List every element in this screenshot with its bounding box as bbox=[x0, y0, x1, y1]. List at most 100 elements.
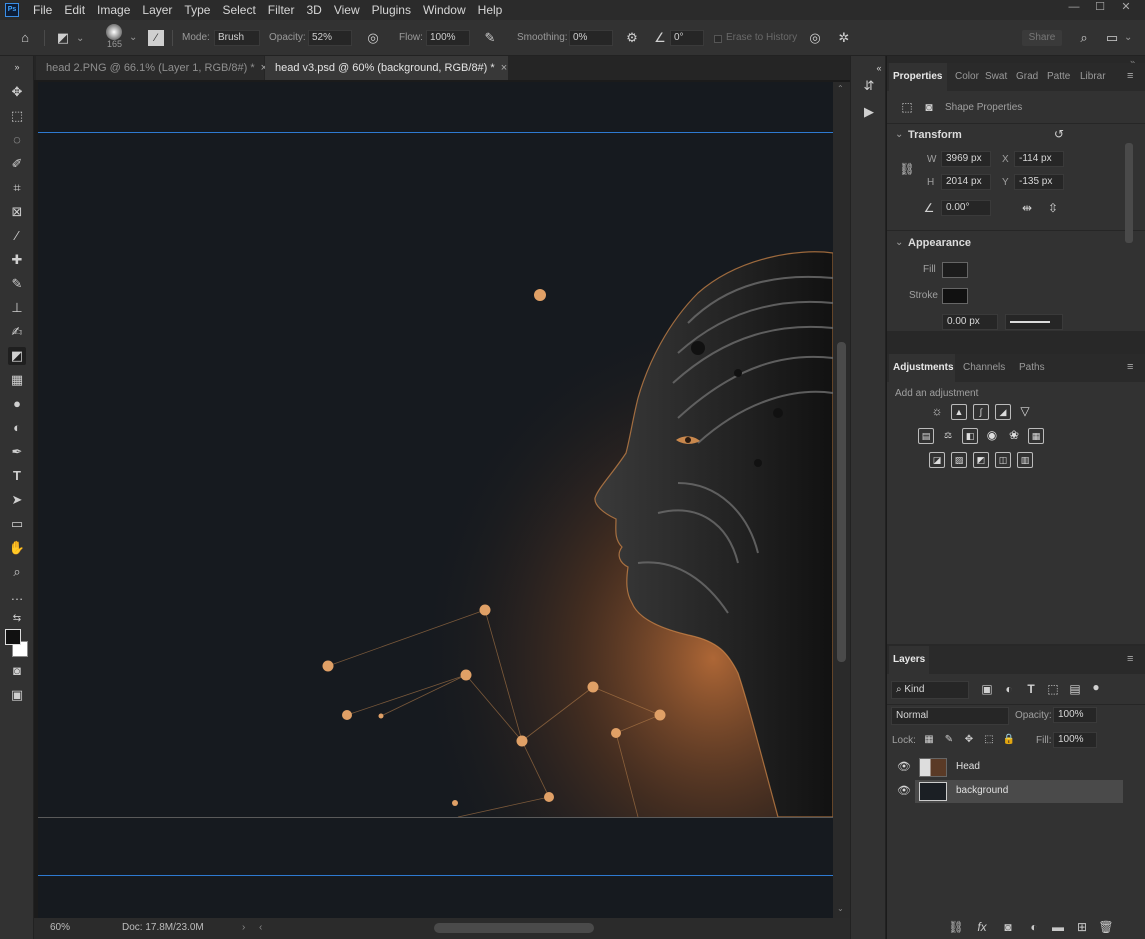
tab-patterns[interactable]: Patte bbox=[1043, 63, 1073, 91]
menu-3d[interactable]: 3D bbox=[300, 0, 327, 20]
hand-tool-icon[interactable]: ✋ bbox=[8, 539, 26, 557]
chevron-down-icon[interactable]: ⌄ bbox=[129, 29, 137, 47]
document-canvas[interactable] bbox=[38, 82, 833, 918]
close-icon[interactable]: × bbox=[501, 62, 507, 74]
minimize-button[interactable]: — bbox=[1061, 0, 1087, 16]
selective-color-icon[interactable]: ▥ bbox=[1017, 452, 1033, 468]
lock-all-icon[interactable]: 🔒 bbox=[1001, 732, 1017, 748]
shape-properties-icon[interactable]: ⬚ bbox=[899, 99, 915, 115]
smoothing-field[interactable]: 0% bbox=[569, 30, 613, 46]
fill-swatch[interactable] bbox=[942, 262, 968, 278]
tab-gradients[interactable]: Grad bbox=[1012, 63, 1040, 91]
quick-select-tool-icon[interactable]: ✐ bbox=[8, 155, 26, 173]
height-field[interactable]: 2014 px bbox=[941, 174, 991, 190]
gear-icon[interactable]: ⚙ bbox=[623, 29, 641, 47]
tab-color[interactable]: Color bbox=[951, 63, 979, 91]
airbrush-icon[interactable]: ✎ bbox=[481, 29, 499, 47]
menu-plugins[interactable]: Plugins bbox=[366, 0, 417, 20]
crop-tool-icon[interactable]: ⌗ bbox=[8, 179, 26, 197]
menu-layer[interactable]: Layer bbox=[136, 0, 178, 20]
tab-adjustments[interactable]: Adjustments bbox=[889, 354, 955, 382]
reset-icon[interactable]: ↺ bbox=[1051, 126, 1067, 142]
type-tool-icon[interactable]: T bbox=[8, 467, 26, 485]
filter-pixel-icon[interactable]: ▣ bbox=[979, 681, 995, 697]
gradient-map-icon[interactable]: ◫ bbox=[995, 452, 1011, 468]
path-select-tool-icon[interactable]: ➤ bbox=[8, 491, 26, 509]
pressure-size-icon[interactable]: ◎ bbox=[806, 29, 824, 47]
chevron-down-icon[interactable]: ⌄ bbox=[76, 30, 84, 48]
curves-icon[interactable]: ∫ bbox=[973, 404, 989, 420]
screen-mode-icon[interactable]: ▣ bbox=[8, 686, 26, 704]
brightness-icon[interactable]: ☼ bbox=[929, 404, 945, 420]
panel-menu-icon[interactable]: ≡ bbox=[1127, 654, 1137, 665]
guide-line-bottom[interactable] bbox=[38, 875, 833, 876]
swap-colors-icon[interactable]: ⇆ bbox=[8, 610, 26, 628]
eraser-tool-icon[interactable]: ◩ bbox=[54, 29, 72, 47]
invert-icon[interactable]: ◪ bbox=[929, 452, 945, 468]
zoom-tool-icon[interactable]: ⌕ bbox=[8, 563, 26, 581]
share-button[interactable]: Share bbox=[1022, 30, 1062, 46]
flip-horizontal-icon[interactable]: ⇹ bbox=[1019, 200, 1035, 216]
tab-swatches[interactable]: Swat bbox=[981, 63, 1009, 91]
layer-filter-select[interactable]: ⌕ Kind bbox=[891, 681, 969, 699]
layer-fill-field[interactable]: 100% bbox=[1053, 732, 1097, 748]
color-lookup-icon[interactable]: ▦ bbox=[1028, 428, 1044, 444]
brush-preview-icon[interactable] bbox=[106, 24, 122, 40]
blend-mode-select[interactable]: Normal bbox=[891, 707, 1009, 725]
tab-libraries[interactable]: Librar bbox=[1076, 63, 1110, 91]
exposure-icon[interactable]: ◢ bbox=[995, 404, 1011, 420]
gradient-tool-icon[interactable]: ▦ bbox=[8, 371, 26, 389]
scroll-left-icon[interactable]: ‹ bbox=[259, 922, 262, 933]
chevron-down-icon[interactable]: ⌄ bbox=[895, 237, 903, 248]
menu-type[interactable]: Type bbox=[178, 0, 216, 20]
filter-adjustment-icon[interactable]: ◐ bbox=[1001, 681, 1017, 697]
stamp-tool-icon[interactable]: ⊥ bbox=[8, 299, 26, 317]
x-field[interactable]: -114 px bbox=[1014, 151, 1064, 167]
new-layer-icon[interactable]: ⊞ bbox=[1073, 918, 1091, 936]
healing-brush-tool-icon[interactable]: ✚ bbox=[8, 251, 26, 269]
tab-layers[interactable]: Layers bbox=[889, 646, 929, 674]
lock-transparency-icon[interactable]: ▦ bbox=[921, 732, 937, 748]
hue-saturation-icon[interactable]: ▤ bbox=[918, 428, 934, 444]
workspace-icon[interactable]: ▭ bbox=[1103, 29, 1121, 47]
rotation-field[interactable]: 0.00° bbox=[941, 200, 991, 216]
black-white-icon[interactable]: ◧ bbox=[962, 428, 978, 444]
properties-scrollbar[interactable] bbox=[1125, 143, 1133, 243]
home-icon[interactable]: ⌂ bbox=[16, 29, 34, 47]
brush-tool-icon[interactable]: ✎ bbox=[8, 275, 26, 293]
mask-icon[interactable]: ◙ bbox=[999, 918, 1017, 936]
lock-pixels-icon[interactable]: ✎ bbox=[941, 732, 957, 748]
eye-icon[interactable]: 👁 bbox=[897, 760, 911, 774]
stroke-swatch[interactable] bbox=[942, 288, 968, 304]
opacity-field[interactable]: 52% bbox=[308, 30, 352, 46]
brush-settings-icon[interactable]: ⁄ bbox=[148, 30, 164, 46]
filter-toggle-icon[interactable]: ● bbox=[1088, 679, 1104, 695]
menu-select[interactable]: Select bbox=[216, 0, 261, 20]
eraser-tool-icon[interactable]: ◩ bbox=[8, 347, 26, 365]
mode-select[interactable]: Brush bbox=[214, 30, 260, 46]
marquee-tool-icon[interactable]: ⬚ bbox=[8, 107, 26, 125]
eyedropper-tool-icon[interactable]: ⁄ bbox=[8, 227, 26, 245]
angle-field[interactable]: 0° bbox=[670, 30, 704, 46]
filter-shape-icon[interactable]: ⬚ bbox=[1045, 681, 1061, 697]
dodge-tool-icon[interactable]: ◐ bbox=[8, 419, 26, 437]
stroke-width-field[interactable]: 0.00 px bbox=[942, 314, 998, 330]
group-icon[interactable]: ▬ bbox=[1049, 918, 1067, 936]
chevron-down-icon[interactable]: ⌄ bbox=[1124, 29, 1132, 47]
filter-smart-object-icon[interactable]: ▤ bbox=[1067, 681, 1083, 697]
menu-file[interactable]: File bbox=[27, 0, 58, 20]
history-panel-icon[interactable]: ⇵ bbox=[859, 76, 879, 96]
lock-position-icon[interactable]: ✥ bbox=[961, 732, 977, 748]
levels-icon[interactable]: ▲ bbox=[951, 404, 967, 420]
layer-row-head[interactable]: 👁 Head bbox=[897, 756, 1123, 779]
trash-icon[interactable]: 🗑 bbox=[1097, 918, 1115, 936]
actions-play-icon[interactable]: ▶ bbox=[859, 102, 879, 122]
layer-opacity-field[interactable]: 100% bbox=[1053, 707, 1097, 723]
layer-row-background[interactable]: 👁 background bbox=[897, 780, 1123, 803]
channel-mixer-icon[interactable]: ❀ bbox=[1006, 428, 1022, 444]
expand-icon[interactable]: « bbox=[869, 58, 889, 78]
threshold-icon[interactable]: ◩ bbox=[973, 452, 989, 468]
vertical-scrollbar[interactable]: ⌃ ⌄ bbox=[833, 82, 850, 918]
lock-artboard-icon[interactable]: ⬚ bbox=[981, 732, 997, 748]
width-field[interactable]: 3969 px bbox=[941, 151, 991, 167]
